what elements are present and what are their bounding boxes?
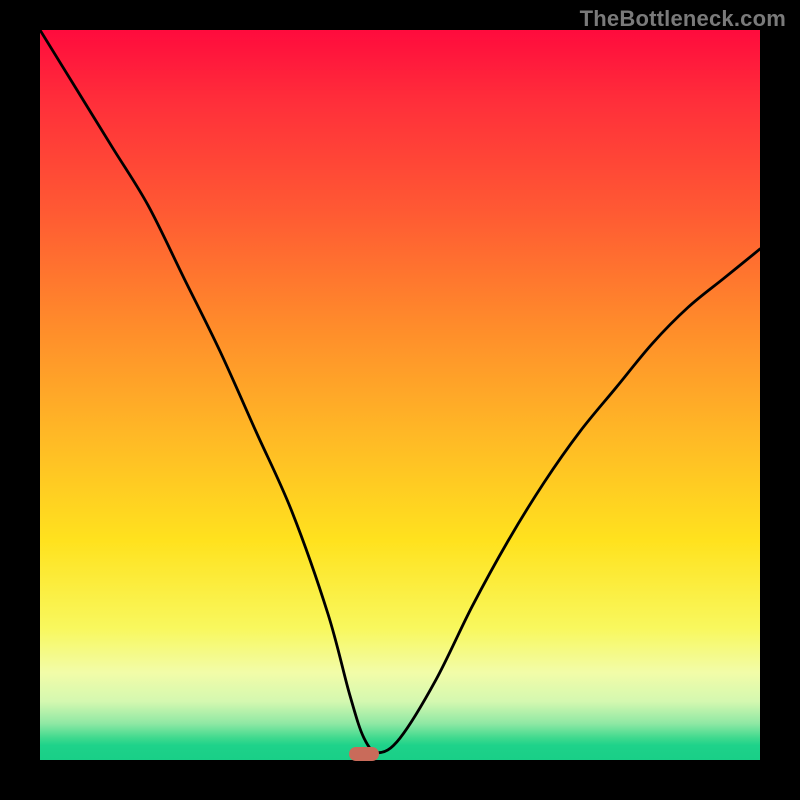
plot-area <box>40 30 760 760</box>
watermark-text: TheBottleneck.com <box>580 6 786 32</box>
optimal-point-marker <box>349 747 379 761</box>
bottleneck-curve <box>40 30 760 760</box>
chart-frame: TheBottleneck.com <box>0 0 800 800</box>
